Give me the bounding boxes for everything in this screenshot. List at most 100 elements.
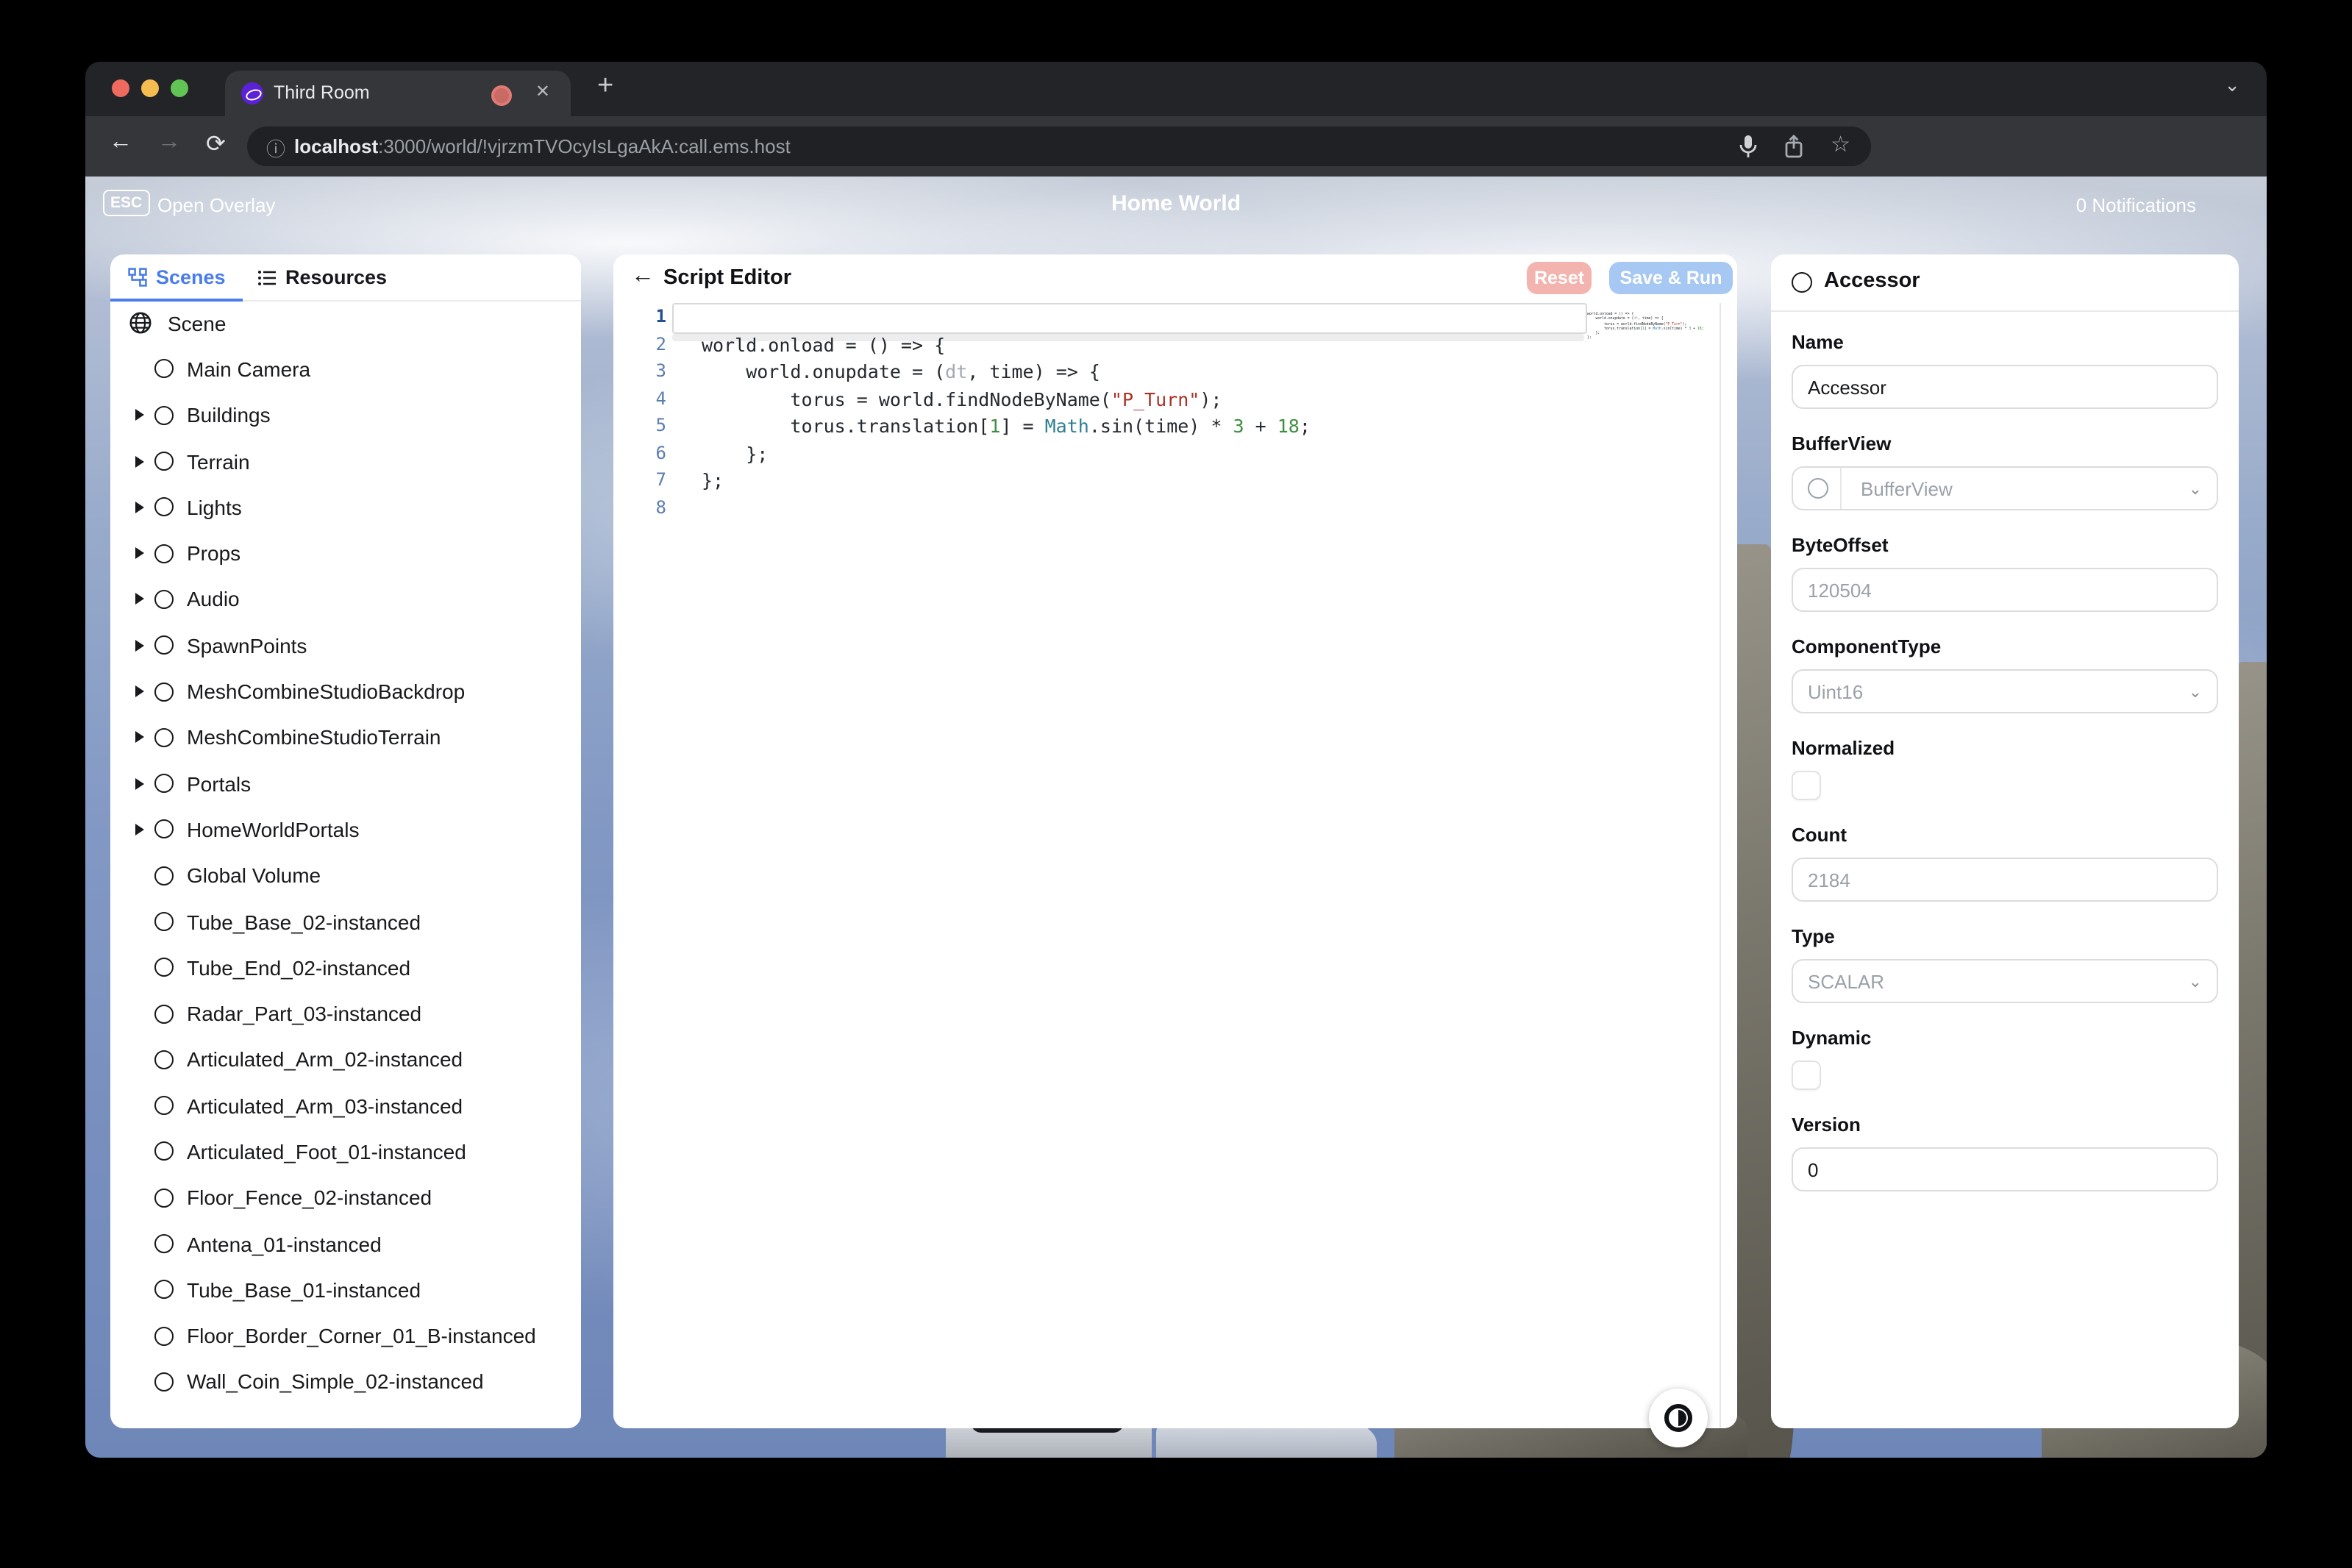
forward-icon[interactable]: → bbox=[157, 129, 181, 156]
node-circle-icon bbox=[154, 1096, 174, 1115]
tab-close-icon[interactable]: ✕ bbox=[535, 81, 550, 101]
back-arrow-icon[interactable]: ← bbox=[631, 263, 655, 290]
tree-item-scene[interactable]: Scene bbox=[110, 300, 581, 346]
new-tab-button[interactable]: + bbox=[597, 71, 613, 103]
version-input[interactable]: 0 bbox=[1792, 1147, 2218, 1191]
tree-item-tube-end-02-instanced[interactable]: Tube_End_02-instanced bbox=[110, 944, 581, 991]
script-editor-header: ← Script Editor Reset Save & Run bbox=[613, 254, 1737, 303]
count-input[interactable]: 2184 bbox=[1792, 858, 2218, 902]
tree-item-spawnpoints[interactable]: SpawnPoints bbox=[110, 622, 581, 669]
field-label-componenttype: ComponentType bbox=[1792, 635, 2218, 658]
editor-minimap[interactable]: world.onload = () => { world.onupdate = … bbox=[1587, 307, 1681, 345]
save-and-run-button[interactable]: Save & Run bbox=[1609, 262, 1733, 294]
line-number: 7 bbox=[613, 469, 666, 490]
tree-item-buildings[interactable]: Buildings bbox=[110, 392, 581, 438]
tab-scenes[interactable]: Scenes bbox=[128, 254, 226, 300]
browser-tab[interactable]: Third Room ✕ bbox=[225, 71, 571, 116]
node-circle-icon bbox=[154, 1004, 174, 1023]
tree-item-portals[interactable]: Portals bbox=[110, 760, 581, 807]
tree-item-props[interactable]: Props bbox=[110, 530, 581, 577]
code-line-7[interactable]: }; bbox=[702, 469, 724, 491]
code-line-4[interactable]: torus = world.findNodeByName("P_Turn"); bbox=[702, 388, 1222, 410]
reload-icon[interactable]: ⟳ bbox=[206, 129, 226, 159]
tree-item-label: Antena_01-instanced bbox=[187, 1232, 382, 1255]
tree-item-floor-border-corner-01-b-instanced[interactable]: Floor_Border_Corner_01_B-instanced bbox=[110, 1313, 581, 1359]
tree-item-meshcombinestudiobackdrop[interactable]: MeshCombineStudioBackdrop bbox=[110, 669, 581, 715]
tree-item-label: Articulated_Foot_01-instanced bbox=[187, 1140, 466, 1163]
bookmark-star-icon[interactable]: ☆ bbox=[1831, 131, 1850, 157]
node-circle-icon bbox=[154, 360, 174, 379]
tree-item-label: Tube_End_02-instanced bbox=[187, 956, 410, 980]
back-icon[interactable]: ← bbox=[109, 129, 132, 156]
traffic-light-close-icon[interactable] bbox=[112, 79, 129, 97]
select-value: BufferView bbox=[1861, 477, 1953, 499]
chevron-right-icon[interactable] bbox=[135, 502, 144, 513]
url-text[interactable]: localhost:3000/world/!vjrzmTVOcyIsLgaAkA… bbox=[294, 135, 791, 157]
tree-item-audio[interactable]: Audio bbox=[110, 577, 581, 623]
script-editor-panel: ← Script Editor Reset Save & Run world.o… bbox=[613, 254, 1737, 1428]
scenes-panel: Scenes Resources SceneMain CameraBuildin… bbox=[110, 254, 581, 1428]
tab-scenes-label: Scenes bbox=[156, 266, 226, 288]
chevron-right-icon[interactable] bbox=[135, 824, 144, 835]
contrast-toggle-button[interactable] bbox=[1649, 1389, 1708, 1447]
tree-item-label: Articulated_Arm_02-instanced bbox=[187, 1048, 463, 1072]
divider bbox=[1840, 468, 1842, 509]
line-number: 3 bbox=[613, 360, 666, 381]
code-token: .sin(time) * bbox=[1089, 415, 1233, 437]
screenshot-stage: Third Room ✕ + ⌄ ← → ⟳ ⓘ localhost:3000/… bbox=[0, 0, 2352, 1568]
tree-item-main-camera[interactable]: Main Camera bbox=[110, 346, 581, 393]
tab-search-chevron-icon[interactable]: ⌄ bbox=[2224, 74, 2240, 97]
tree-item-floor-fence-02-instanced[interactable]: Floor_Fence_02-instanced bbox=[110, 1175, 581, 1221]
tree-item-label: Articulated_Arm_03-instanced bbox=[187, 1094, 463, 1117]
tree-item-homeworldportals[interactable]: HomeWorldPortals bbox=[110, 807, 581, 853]
input-value: Accessor bbox=[1808, 376, 1886, 398]
tree-item-articulated-arm-03-instanced[interactable]: Articulated_Arm_03-instanced bbox=[110, 1083, 581, 1129]
tree-item-tube-base-02-instanced[interactable]: Tube_Base_02-instanced bbox=[110, 899, 581, 945]
tree-item-articulated-foot-01-instanced[interactable]: Articulated_Foot_01-instanced bbox=[110, 1129, 581, 1175]
tree-item-radar-part-03-instanced[interactable]: Radar_Part_03-instanced bbox=[110, 991, 581, 1037]
tree-item-wall-coin-simple-02-instanced[interactable]: Wall_Coin_Simple_02-instanced bbox=[110, 1359, 581, 1405]
tab-resources[interactable]: Resources bbox=[257, 254, 387, 300]
tree-item-label: Tube_Base_02-instanced bbox=[187, 910, 421, 933]
componenttype-select[interactable]: Uint16⌄ bbox=[1792, 669, 2218, 713]
code-token: Math bbox=[1045, 415, 1089, 437]
address-bar[interactable]: ⓘ localhost:3000/world/!vjrzmTVOcyIsLgaA… bbox=[247, 126, 1871, 166]
code-line-2[interactable]: world.onload = () => { bbox=[702, 333, 945, 355]
normalized-checkbox[interactable] bbox=[1792, 771, 1821, 800]
type-select[interactable]: SCALAR⌄ bbox=[1792, 959, 2218, 1003]
traffic-light-minimize-icon[interactable] bbox=[141, 79, 159, 97]
chevron-right-icon[interactable] bbox=[135, 455, 144, 467]
code-line-3[interactable]: world.onupdate = (dt, time) => { bbox=[702, 360, 1100, 382]
chevron-right-icon[interactable] bbox=[135, 639, 144, 651]
code-editor[interactable]: world.onload = () => { world.onupdate = … bbox=[613, 303, 1737, 1428]
site-info-icon[interactable]: ⓘ bbox=[266, 134, 285, 162]
chevron-right-icon[interactable] bbox=[135, 409, 144, 421]
tree-item-meshcombinestudioterrain[interactable]: MeshCombineStudioTerrain bbox=[110, 714, 581, 760]
chevron-right-icon[interactable] bbox=[135, 594, 144, 605]
tree-item-antena-01-instanced[interactable]: Antena_01-instanced bbox=[110, 1221, 581, 1267]
tree-item-tube-base-01-instanced[interactable]: Tube_Base_01-instanced bbox=[110, 1266, 581, 1313]
tree-item-label: Floor_Border_Corner_01_B-instanced bbox=[187, 1324, 536, 1347]
code-line-5[interactable]: torus.translation[1] = Math.sin(time) * … bbox=[702, 415, 1311, 437]
tree-item-lights[interactable]: Lights bbox=[110, 484, 581, 530]
dynamic-checkbox[interactable] bbox=[1792, 1061, 1821, 1090]
code-token: 1 bbox=[989, 415, 1000, 437]
chevron-right-icon[interactable] bbox=[135, 732, 144, 744]
byteoffset-input[interactable]: 120504 bbox=[1792, 568, 2218, 612]
microphone-icon[interactable] bbox=[1737, 134, 1759, 159]
reset-button[interactable]: Reset bbox=[1527, 262, 1592, 294]
code-line-6[interactable]: }; bbox=[702, 442, 768, 464]
chevron-right-icon[interactable] bbox=[135, 685, 144, 697]
notifications-count[interactable]: 0 Notifications bbox=[2076, 194, 2196, 216]
bufferview-select[interactable]: BufferView⌄ bbox=[1792, 466, 2218, 510]
tree-item-articulated-arm-02-instanced[interactable]: Articulated_Arm_02-instanced bbox=[110, 1037, 581, 1083]
tree-item-terrain[interactable]: Terrain bbox=[110, 438, 581, 485]
tree-item-global-volume[interactable]: Global Volume bbox=[110, 852, 581, 899]
traffic-light-zoom-icon[interactable] bbox=[171, 79, 188, 97]
share-icon[interactable] bbox=[1783, 134, 1805, 159]
select-value: SCALAR bbox=[1808, 970, 1884, 992]
tree-item-label: Floor_Fence_02-instanced bbox=[187, 1186, 432, 1210]
chevron-right-icon[interactable] bbox=[135, 777, 144, 789]
chevron-right-icon[interactable] bbox=[135, 547, 144, 559]
name-input[interactable]: Accessor bbox=[1792, 365, 2218, 409]
